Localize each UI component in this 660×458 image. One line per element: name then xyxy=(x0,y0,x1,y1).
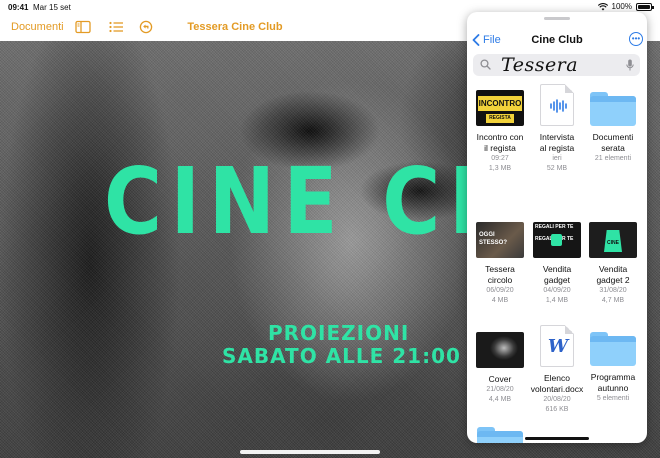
file-item-cover[interactable]: Cover 21/08/20 4,4 MB xyxy=(471,332,529,405)
file-name: Elenco volontari.docx xyxy=(530,373,584,394)
file-item-intervista[interactable]: Intervista al regista ieri 52 MB xyxy=(528,84,586,174)
panel-grabber[interactable] xyxy=(544,17,570,20)
folder-count: 21 elementi xyxy=(594,155,632,162)
file-thumbnail: OGGI STESSO? xyxy=(476,222,524,258)
file-thumbnail xyxy=(476,332,524,368)
file-item-incontro[interactable]: INCONTRO REGISTA Incontro con il regista … xyxy=(471,90,529,174)
folder-icon xyxy=(590,92,636,126)
file-date: 06/09/20 xyxy=(486,287,514,294)
file-name: Cover xyxy=(488,374,512,384)
file-size: 4 MB xyxy=(491,297,509,304)
poster-subtitle-2: SABATO ALLE 21:00 xyxy=(222,344,461,368)
ellipsis-icon: ••• xyxy=(631,34,641,43)
search-field[interactable]: Tessera xyxy=(473,54,640,76)
home-indicator[interactable] xyxy=(240,450,380,454)
file-date: 20/08/20 xyxy=(543,396,571,403)
microphone-icon[interactable] xyxy=(626,59,634,71)
file-size: 1,4 MB xyxy=(545,297,569,304)
document-title: Tessera Cine Club xyxy=(187,21,283,33)
files-panel: File Cine Club ••• Tessera INCONTRO REGI… xyxy=(467,12,647,443)
thumbnail-text: REGALI PER TE xyxy=(535,224,574,230)
more-options-button[interactable]: ••• xyxy=(629,32,643,46)
thumbnail-text: CINE xyxy=(607,240,619,246)
word-icon: W xyxy=(547,336,569,357)
battery-percent: 100% xyxy=(611,2,632,11)
file-date: 09:27 xyxy=(491,155,509,162)
thumbnail-text: INCONTRO xyxy=(478,96,522,111)
file-name: Vendita gadget xyxy=(542,264,572,285)
search-icon xyxy=(480,59,491,70)
status-time: 09:41 xyxy=(8,3,29,12)
folder-item-partial[interactable] xyxy=(471,427,529,443)
file-thumbnail: REGALI PER TE REGALI PER TE xyxy=(533,222,581,258)
file-thumbnail: INCONTRO REGISTA xyxy=(476,90,524,126)
panel-home-indicator[interactable] xyxy=(525,437,589,440)
folder-item-documenti[interactable]: Documenti serata 21 elementi xyxy=(584,92,642,164)
file-date: ieri xyxy=(552,155,562,162)
file-item-vendita-gadget[interactable]: REGALI PER TE REGALI PER TE Venditagadge… xyxy=(528,222,586,306)
file-item-tessera[interactable]: OGGI STESSO? Tessera circolo 06/09/20 4 M… xyxy=(471,222,529,306)
file-name: Incontro con il regista xyxy=(476,132,524,153)
battery-icon xyxy=(636,2,654,11)
file-name: Intervista al regista xyxy=(539,132,575,153)
mug-graphic xyxy=(551,234,562,246)
thumbnail-text: OGGI xyxy=(479,232,495,238)
file-date: 31/08/20 xyxy=(599,287,627,294)
file-size: 4,7 MB xyxy=(601,297,625,304)
wifi-icon xyxy=(597,2,608,10)
file-size: 1,3 MB xyxy=(488,165,512,172)
status-date: Mar 15 set xyxy=(33,3,71,12)
file-date: 04/09/20 xyxy=(543,287,571,294)
thumbnail-text: REGISTA xyxy=(486,114,514,123)
panel-title: Cine Club xyxy=(531,34,583,46)
file-size: 52 MB xyxy=(546,165,568,172)
folder-count: 5 elementi xyxy=(596,395,630,402)
search-input-handwriting[interactable]: Tessera xyxy=(501,54,578,76)
folder-icon xyxy=(477,427,523,443)
thumbnail-text: STESSO? xyxy=(479,240,508,246)
waveform-icon xyxy=(550,99,567,113)
folder-item-programma[interactable]: Programma autunno 5 elementi xyxy=(584,332,642,404)
file-thumbnail: CINE xyxy=(589,222,637,258)
folder-name: Programma autunno xyxy=(590,372,636,393)
file-item-vendita-gadget-2[interactable]: CINE Vendita gadget 2 31/08/20 4,7 MB xyxy=(584,222,642,306)
file-item-elenco-volontari[interactable]: W Elenco volontari.docx 20/08/20 616 KB xyxy=(528,325,586,415)
file-name: Tessera circolo xyxy=(485,264,515,285)
file-size: 4,4 MB xyxy=(488,396,512,403)
audio-file-icon xyxy=(540,84,574,126)
folder-name: Documenti serata xyxy=(592,132,634,153)
poster-subtitle-1: PROIEZIONI xyxy=(268,321,410,345)
folder-icon xyxy=(590,332,636,366)
status-right: 100% xyxy=(597,2,654,11)
file-size: 616 KB xyxy=(545,406,569,413)
file-name: Vendita gadget 2 xyxy=(596,264,630,285)
word-document-icon: W xyxy=(540,325,574,367)
file-date: 21/08/20 xyxy=(486,386,514,393)
